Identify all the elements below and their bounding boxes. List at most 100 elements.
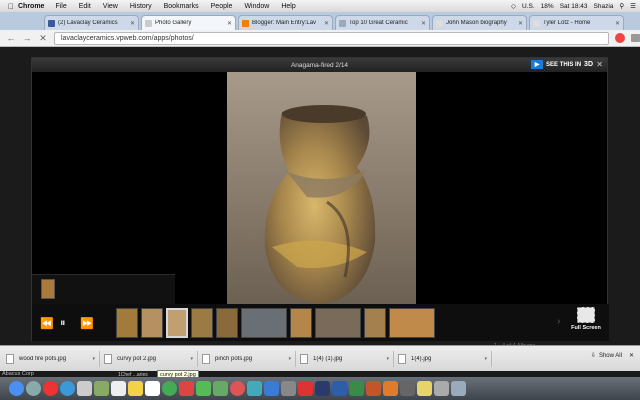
photoshop-icon[interactable] <box>315 381 330 396</box>
menu-edit[interactable]: Edit <box>79 3 91 10</box>
messages-icon[interactable] <box>196 381 211 396</box>
page-icon <box>533 19 540 27</box>
thumbnails <box>116 308 435 338</box>
menu-history[interactable]: History <box>130 3 152 10</box>
system-preferences-icon[interactable] <box>281 381 296 396</box>
thumbnail[interactable] <box>389 308 435 338</box>
forward-icon[interactable]: → <box>22 33 32 43</box>
album-thumbnail[interactable] <box>41 279 55 299</box>
list-icon[interactable]: ☰ <box>630 2 636 10</box>
tab-photo-gallery[interactable]: Photo Gallery ✕ <box>141 15 236 30</box>
close-icon[interactable]: ✕ <box>421 20 426 27</box>
next-icon[interactable]: › <box>557 316 560 327</box>
user-name[interactable]: Shazia <box>594 3 614 10</box>
fullscreen-label: Full Screen <box>571 325 601 331</box>
clock[interactable]: Sat 18:43 <box>560 3 588 10</box>
thumbnail-selected[interactable] <box>166 308 188 338</box>
fullscreen-button[interactable]: Full Screen <box>568 307 604 331</box>
calendar-icon[interactable] <box>111 381 126 396</box>
tab-tyler-lotz[interactable]: Tyler Lotz - Home ✕ <box>529 15 624 30</box>
mail-icon[interactable] <box>77 381 92 396</box>
sticky-icon[interactable] <box>417 381 432 396</box>
chevron-down-icon[interactable]: ▾ <box>92 356 95 362</box>
download-item[interactable]: 1(4) (1).jpg ▾ <box>300 350 394 367</box>
close-icon[interactable]: ✕ <box>596 60 603 69</box>
trash-icon[interactable] <box>451 381 466 396</box>
tab-top10-ceramic[interactable]: Top 10 Great Ceramic ✕ <box>335 15 430 30</box>
file-icon <box>202 353 210 364</box>
download-item[interactable]: curvy pot 2.jpg ▾ <box>104 350 198 367</box>
thumbnail[interactable] <box>241 308 287 338</box>
close-icon[interactable]: ✕ <box>227 20 232 27</box>
menu-bookmarks[interactable]: Bookmarks <box>164 3 199 10</box>
back-icon[interactable]: ← <box>6 33 16 43</box>
chrome-icon[interactable] <box>43 381 58 396</box>
pause-icon[interactable]: ⏸ <box>60 317 66 330</box>
rewind-icon[interactable]: ⏪ <box>40 317 54 330</box>
close-icon[interactable]: ✕ <box>615 20 620 27</box>
ibooks-icon[interactable] <box>247 381 262 396</box>
menu-view[interactable]: View <box>103 3 118 10</box>
tab-blogger[interactable]: Blogger: Main Entry:Lav ✕ <box>238 15 333 30</box>
stop-icon[interactable]: ✕ <box>38 33 48 44</box>
excel-icon[interactable] <box>349 381 364 396</box>
battery-percent[interactable]: 18% <box>541 3 554 10</box>
maps-icon[interactable] <box>162 381 177 396</box>
powerpoint-icon[interactable] <box>366 381 381 396</box>
word-icon[interactable] <box>332 381 347 396</box>
download-item[interactable]: wood fire pots.jpg ▾ <box>6 350 100 367</box>
folder-icon[interactable] <box>434 381 449 396</box>
menu-file[interactable]: File <box>55 3 66 10</box>
input-source[interactable]: U.S. <box>522 3 535 10</box>
thumbnail[interactable] <box>290 308 312 338</box>
bridge-icon[interactable] <box>400 381 415 396</box>
album-mini-thumbnail-panel <box>32 274 175 304</box>
photobooth-icon[interactable] <box>179 381 194 396</box>
thumbnail[interactable] <box>116 308 138 338</box>
close-icon[interactable]: ✕ <box>518 20 523 27</box>
launchpad-icon[interactable] <box>26 381 41 396</box>
tab-john-mason[interactable]: John Mason biography ✕ <box>432 15 527 30</box>
notes-icon[interactable] <box>128 381 143 396</box>
fast-forward-icon[interactable]: ⏩ <box>80 317 94 330</box>
download-item[interactable]: pinch pots.jpg ▾ <box>202 350 296 367</box>
chevron-down-icon[interactable]: ▾ <box>190 356 193 362</box>
show-all-button[interactable]: ⇩ Show All ✕ <box>590 352 634 360</box>
search-icon[interactable]: ⚲ <box>619 2 624 10</box>
acrobat-icon[interactable] <box>298 381 313 396</box>
chevron-down-icon[interactable]: ▾ <box>288 356 291 362</box>
facetime-icon[interactable] <box>213 381 228 396</box>
finder-icon[interactable] <box>9 381 24 396</box>
itunes-icon[interactable] <box>230 381 245 396</box>
play-icon: ▶ <box>531 60 544 69</box>
app-store-icon[interactable] <box>264 381 279 396</box>
address-bar[interactable]: lavaclayceramics.vpweb.com/apps/photos/ <box>54 31 609 45</box>
menu-people[interactable]: People <box>211 3 233 10</box>
thumbnail[interactable] <box>191 308 213 338</box>
tab-lavaclay-facebook[interactable]: (2) Lavaclay Ceramics ✕ <box>44 15 139 30</box>
reminders-icon[interactable] <box>145 381 160 396</box>
see-in-3d-button[interactable]: ▶ SEE THIS IN 3D <box>531 60 593 69</box>
menu-app-name[interactable]: Chrome <box>18 3 44 10</box>
extension-icon[interactable] <box>615 33 625 43</box>
close-icon[interactable]: ✕ <box>130 20 135 27</box>
outlook-icon[interactable] <box>383 381 398 396</box>
thumbnail[interactable] <box>315 308 361 338</box>
wifi-icon[interactable]: ◇ <box>511 2 516 10</box>
safari-icon[interactable] <box>60 381 75 396</box>
chevron-down-icon[interactable]: ▾ <box>386 356 389 362</box>
apple-icon[interactable]:  <box>4 2 18 11</box>
close-icon[interactable]: ✕ <box>324 20 329 27</box>
download-item[interactable]: 1(4).jpg ▾ <box>398 350 492 367</box>
close-icon[interactable]: ✕ <box>629 352 634 359</box>
thumbnail[interactable] <box>216 308 238 338</box>
menu-icon[interactable] <box>631 34 640 42</box>
chevron-down-icon[interactable]: ▾ <box>484 356 487 362</box>
contacts-icon[interactable] <box>94 381 109 396</box>
download-filename: 1(4).jpg <box>411 355 432 362</box>
menu-help[interactable]: Help <box>281 3 295 10</box>
thumbnail[interactable] <box>141 308 163 338</box>
downloads-icon: ⇩ <box>590 353 596 359</box>
menu-window[interactable]: Window <box>244 3 269 10</box>
thumbnail[interactable] <box>364 308 386 338</box>
